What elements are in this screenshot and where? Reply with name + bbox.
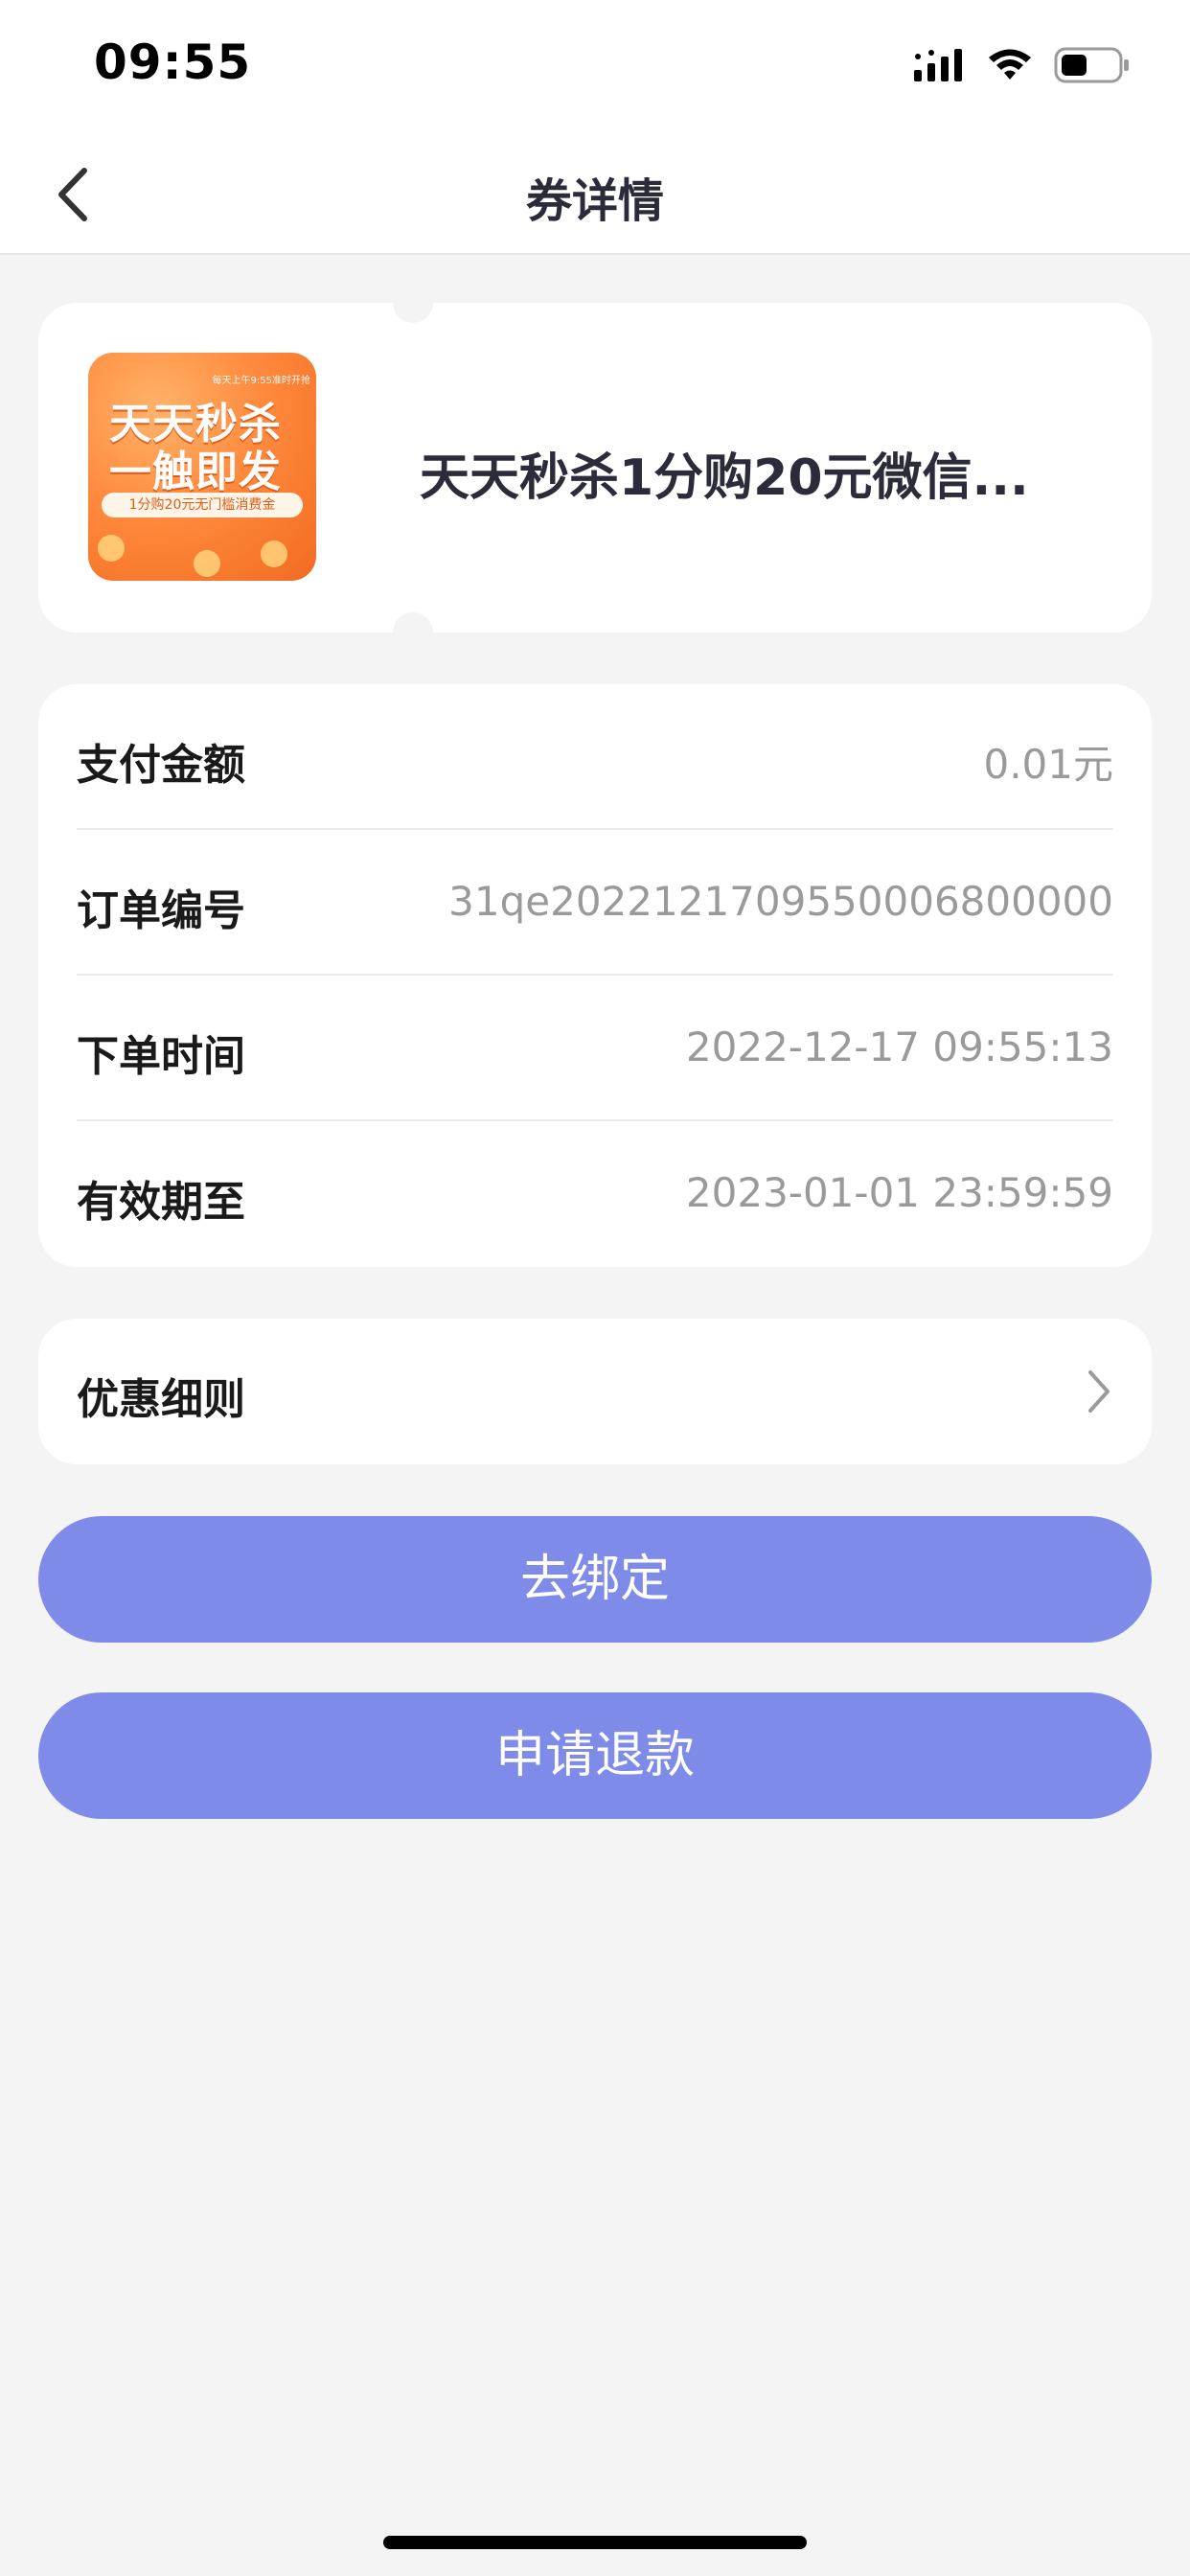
status-bar: 09:55	[0, 0, 1190, 134]
battery-icon	[1054, 47, 1129, 83]
thumbnail-top-text: 每天上午9:55准时开抢	[212, 376, 310, 386]
info-row-order-time: 下单时间 2022-12-17 09:55:13	[77, 976, 1113, 1121]
order-number-value: 31qe2022121709550006800000	[448, 878, 1113, 925]
ticket-notch-bottom	[393, 612, 433, 653]
rules-label: 优惠细则	[77, 1375, 245, 1424]
signal-icon	[914, 49, 962, 81]
chevron-right-icon	[1088, 1370, 1110, 1413]
coupon-card: 每天上午9:55准时开抢 天天秒杀 一触即发 1分购20元无门槛消费金 天天秒杀…	[38, 283, 1152, 653]
thumbnail-line2: 一触即发	[109, 448, 282, 496]
home-indicator	[383, 2536, 807, 2549]
expiry-value: 2023-01-01 23:59:59	[685, 1169, 1113, 1216]
coupon-title: 天天秒杀1分购20元微信...	[420, 449, 1029, 507]
nav-bar: 券详情	[0, 134, 1190, 255]
info-row-payment: 支付金额 0.01元	[77, 684, 1113, 830]
expiry-label: 有效期至	[77, 1178, 245, 1227]
ticket-notch-top	[393, 283, 433, 323]
page-title: 券详情	[525, 174, 664, 228]
order-time-value: 2022-12-17 09:55:13	[685, 1024, 1113, 1070]
refund-button[interactable]: 申请退款	[38, 1692, 1152, 1819]
order-number-label: 订单编号	[77, 886, 245, 935]
info-row-expiry: 有效期至 2023-01-01 23:59:59	[77, 1121, 1113, 1267]
coupon-thumbnail: 每天上午9:55准时开抢 天天秒杀 一触即发 1分购20元无门槛消费金	[88, 353, 316, 581]
order-info-card: 支付金额 0.01元 订单编号 31qe20221217095500068000…	[38, 684, 1152, 1267]
wifi-icon	[989, 49, 1031, 80]
payment-label: 支付金额	[77, 741, 245, 790]
info-row-order-number: 订单编号 31qe2022121709550006800000	[77, 830, 1113, 976]
status-icons	[914, 44, 1131, 86]
bind-button[interactable]: 去绑定	[38, 1516, 1152, 1643]
status-time: 09:55	[94, 34, 252, 90]
coupon-rules-row[interactable]: 优惠细则	[38, 1319, 1152, 1464]
order-time-label: 下单时间	[77, 1032, 245, 1081]
payment-value: 0.01元	[983, 741, 1113, 788]
thumbnail-pill: 1分购20元无门槛消费金	[102, 493, 303, 518]
